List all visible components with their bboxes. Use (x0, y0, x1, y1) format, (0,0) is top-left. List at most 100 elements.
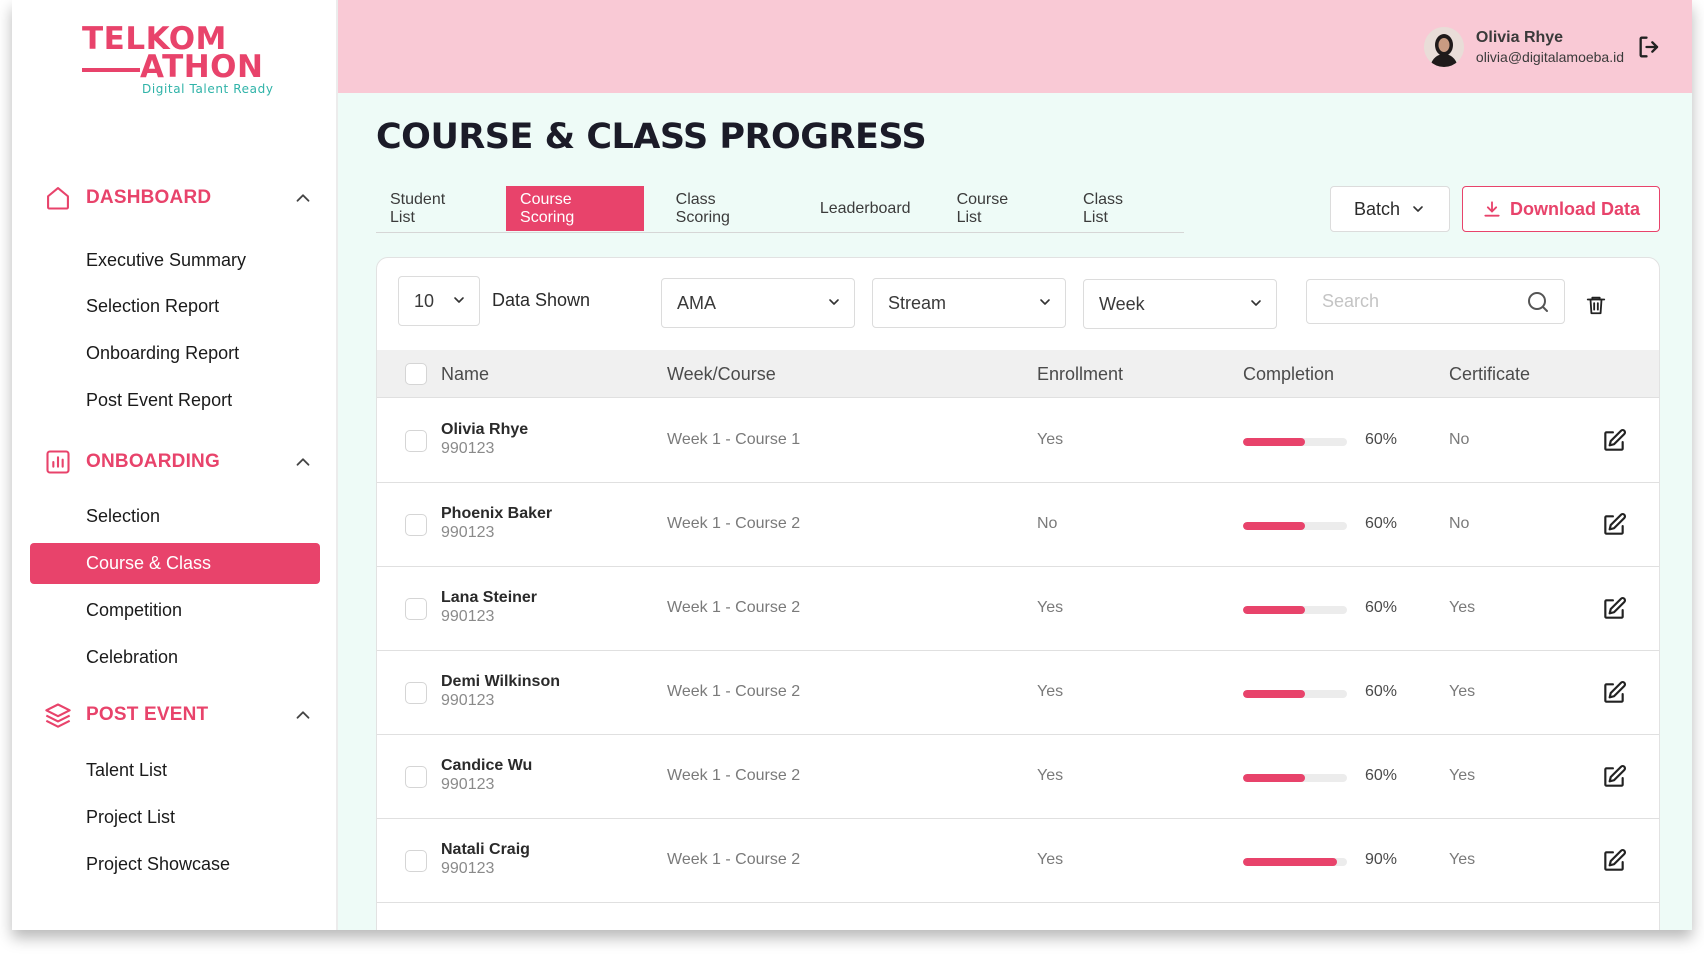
student-id: 990123 (441, 776, 495, 793)
edit-icon[interactable] (1601, 764, 1627, 790)
column-header-completion[interactable]: Completion (1243, 364, 1334, 385)
telkomathon-logo[interactable]: TELKOM ATHON Digital Talent Ready (82, 24, 282, 102)
edit-icon[interactable] (1601, 596, 1627, 622)
completion-percent: 60% (1365, 431, 1398, 448)
week-course-cell: Week 1 - Course 2 (667, 767, 801, 784)
page-size-value: 10 (414, 290, 435, 311)
edit-icon[interactable] (1601, 512, 1627, 538)
program-select[interactable]: AMA (661, 278, 855, 328)
student-name: Natali Craig (441, 841, 530, 858)
tab-student-list[interactable]: Student List (376, 186, 488, 231)
sidebar-item-executive-summary[interactable]: Executive Summary (30, 240, 320, 281)
column-header-enrollment[interactable]: Enrollment (1037, 364, 1123, 385)
sidebar-item-project-list[interactable]: Project List (30, 797, 320, 838)
enrollment-cell: Yes (1037, 767, 1064, 784)
row-checkbox[interactable] (405, 430, 427, 452)
search-input[interactable] (1322, 291, 1522, 312)
student-id: 990123 (441, 524, 495, 541)
tab-class-list[interactable]: Class List (1069, 186, 1166, 231)
page-size-label: Data Shown (492, 290, 591, 310)
edit-icon[interactable] (1601, 848, 1627, 874)
row-checkbox[interactable] (405, 766, 427, 788)
chevron-down-icon (829, 299, 839, 305)
week-select[interactable]: Week (1083, 279, 1277, 329)
stream-select[interactable]: Stream (872, 278, 1066, 328)
table-row[interactable]: Olivia Rhye 990123 Week 1 - Course 1 Yes… (377, 399, 1659, 483)
batch-dropdown[interactable]: Batch (1330, 186, 1450, 232)
data-table-card: 10 Data Shown AMA Stream Week Search Nam… (376, 257, 1660, 930)
page-size-select[interactable]: 10 (398, 276, 480, 326)
certificate-cell: No (1449, 431, 1470, 448)
row-checkbox[interactable] (405, 682, 427, 704)
completion-progress-bar (1243, 522, 1347, 530)
avatar[interactable] (1423, 27, 1464, 67)
sidebar: TELKOM ATHON Digital Talent Ready DASHBO… (12, 0, 338, 930)
sidebar-item-post-event-report[interactable]: Post Event Report (30, 380, 320, 421)
trash-icon[interactable] (1585, 294, 1607, 316)
table-row-partial (377, 903, 1659, 930)
completion-percent: 60% (1365, 515, 1398, 532)
student-name: Phoenix Baker (441, 505, 553, 522)
download-data-button[interactable]: Download Data (1462, 186, 1660, 232)
sidebar-item-celebration[interactable]: Celebration (30, 637, 320, 678)
row-checkbox[interactable] (405, 850, 427, 872)
select-all-checkbox[interactable] (405, 363, 427, 385)
sidebar-item-project-showcase[interactable]: Project Showcase (30, 844, 320, 885)
student-name: Lana Steiner (441, 589, 538, 606)
chevron-up-icon[interactable] (292, 187, 314, 209)
edit-icon[interactable] (1601, 428, 1627, 454)
chevron-up-icon[interactable] (292, 451, 314, 473)
sidebar-item-talent-list[interactable]: Talent List (30, 750, 320, 791)
tab-class-scoring[interactable]: Class Scoring (662, 186, 788, 231)
logo-bar (82, 68, 140, 72)
sidebar-item-selection-report[interactable]: Selection Report (30, 286, 320, 327)
row-checkbox[interactable] (405, 514, 427, 536)
section-label: ONBOARDING (86, 451, 220, 472)
week-course-cell: Week 1 - Course 2 (667, 515, 801, 532)
completion-progress-bar (1243, 438, 1347, 446)
column-header-name[interactable]: Name (441, 364, 489, 385)
section-dashboard[interactable]: DASHBOARD (42, 178, 322, 218)
filter-bar: 10 Data Shown AMA Stream Week (377, 258, 1659, 350)
table-row[interactable]: Candice Wu 990123 Week 1 - Course 2 Yes … (377, 735, 1659, 819)
download-icon (1484, 201, 1500, 217)
column-header-certificate[interactable]: Certificate (1449, 364, 1530, 385)
table-row[interactable]: Phoenix Baker 990123 Week 1 - Course 2 N… (377, 483, 1659, 567)
progress-fill (1243, 858, 1337, 866)
section-onboarding[interactable]: ONBOARDING (42, 442, 322, 482)
tab-bar: Student List Course Scoring Class Scorin… (376, 186, 1184, 233)
table-row[interactable]: Lana Steiner 990123 Week 1 - Course 2 Ye… (377, 567, 1659, 651)
table-row[interactable]: Demi Wilkinson 990123 Week 1 - Course 2 … (377, 651, 1659, 735)
certificate-cell: Yes (1449, 599, 1476, 616)
week-course-cell: Week 1 - Course 2 (667, 851, 801, 868)
search-box (1306, 279, 1565, 324)
completion-progress-bar (1243, 858, 1347, 866)
logo-tagline: Digital Talent Ready (142, 82, 274, 96)
tab-course-scoring[interactable]: Course Scoring (506, 186, 644, 231)
enrollment-cell: No (1037, 515, 1058, 532)
table-row[interactable]: Natali Craig 990123 Week 1 - Course 2 Ye… (377, 819, 1659, 903)
sidebar-item-course-class[interactable]: Course & Class (30, 543, 320, 584)
student-name: Candice Wu (441, 757, 533, 774)
sidebar-item-selection[interactable]: Selection (30, 496, 320, 537)
chevron-up-icon[interactable] (292, 704, 314, 726)
completion-progress-bar (1243, 774, 1347, 782)
progress-fill (1243, 690, 1306, 698)
edit-icon[interactable] (1601, 680, 1627, 706)
tab-leaderboard[interactable]: Leaderboard (806, 186, 925, 231)
student-id: 990123 (441, 692, 495, 709)
sidebar-item-competition[interactable]: Competition (30, 590, 320, 631)
sidebar-item-onboarding-report[interactable]: Onboarding Report (30, 333, 320, 374)
column-header-week-course[interactable]: Week/Course (667, 364, 776, 385)
section-post-event[interactable]: POST EVENT (42, 695, 322, 735)
download-label: Download Data (1509, 198, 1640, 219)
completion-percent: 90% (1365, 851, 1398, 868)
row-checkbox[interactable] (405, 598, 427, 620)
enrollment-cell: Yes (1037, 599, 1064, 616)
user-menu: Olivia Rhye olivia@digitalamoeba.id (1423, 25, 1664, 69)
tab-course-list[interactable]: Course List (943, 186, 1051, 231)
logout-icon[interactable] (1636, 33, 1664, 61)
home-icon (42, 182, 74, 214)
search-icon[interactable] (1526, 290, 1550, 314)
certificate-cell: Yes (1449, 767, 1476, 784)
